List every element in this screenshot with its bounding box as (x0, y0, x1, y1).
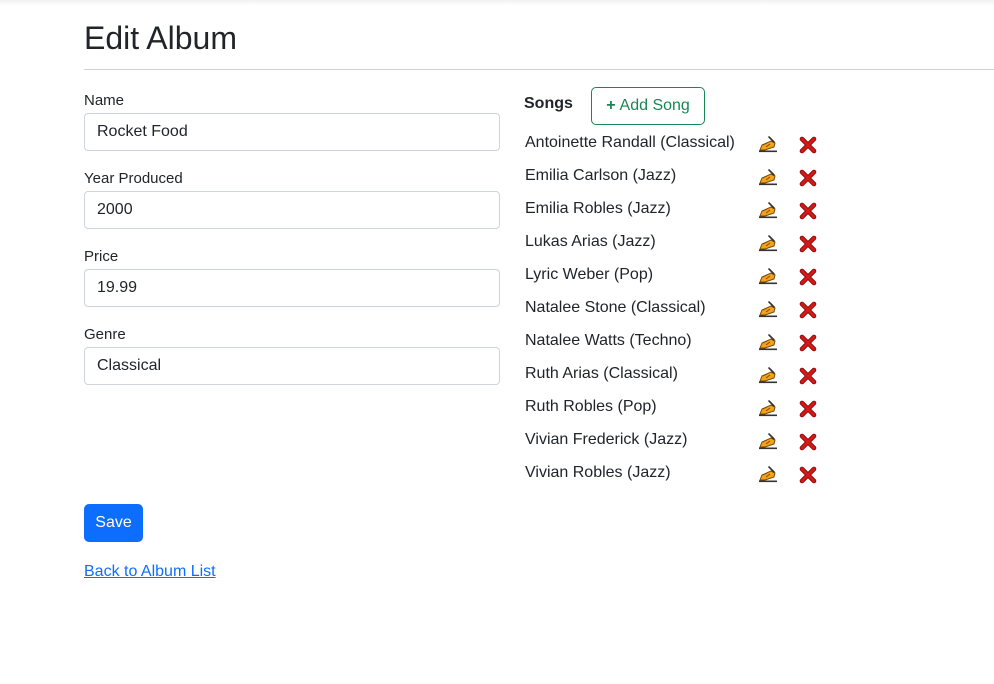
song-name: Emilia Carlson (Jazz) (525, 167, 677, 184)
edit-song-icon[interactable] (758, 298, 778, 318)
song-row: Vivian Robles (Jazz) (525, 456, 845, 489)
song-row: Lukas Arias (Jazz) (525, 225, 845, 258)
edit-song-icon[interactable] (758, 166, 778, 186)
songs-heading: Songs (524, 95, 573, 112)
edit-song-icon[interactable] (758, 331, 778, 351)
plus-icon: + (606, 97, 616, 114)
edit-song-icon[interactable] (758, 199, 778, 219)
song-row: Natalee Stone (Classical) (525, 291, 845, 324)
song-row: Natalee Watts (Techno) (525, 324, 845, 357)
year-input[interactable] (84, 191, 500, 229)
edit-song-icon[interactable] (758, 364, 778, 384)
song-name: Ruth Robles (Pop) (525, 398, 657, 415)
name-group: Name (84, 92, 500, 151)
back-to-album-list-link[interactable]: Back to Album List (84, 562, 216, 582)
genre-group: Genre (84, 326, 500, 385)
song-name: Antoinette Randall (Classical) (525, 134, 735, 151)
edit-song-icon[interactable] (758, 430, 778, 450)
song-name: Vivian Frederick (Jazz) (525, 431, 688, 448)
price-input[interactable] (84, 269, 500, 307)
song-list: Antoinette Randall (Classical) Emilia Ca… (525, 126, 845, 489)
song-name: Ruth Arias (Classical) (525, 365, 678, 382)
title-divider (84, 69, 994, 70)
song-row: Antoinette Randall (Classical) (525, 126, 845, 159)
year-group: Year Produced (84, 170, 500, 229)
genre-input[interactable] (84, 347, 500, 385)
price-label: Price (84, 248, 119, 265)
song-row: Emilia Carlson (Jazz) (525, 159, 845, 192)
delete-song-icon[interactable] (799, 298, 817, 319)
page-title: Edit Album (84, 20, 237, 56)
delete-song-icon[interactable] (799, 331, 817, 352)
song-name: Natalee Stone (Classical) (525, 299, 706, 316)
song-name: Lyric Weber (Pop) (525, 266, 654, 283)
edit-song-icon[interactable] (758, 397, 778, 417)
name-label: Name (84, 92, 125, 109)
song-name: Lukas Arias (Jazz) (525, 233, 656, 250)
year-label: Year Produced (84, 170, 183, 187)
add-song-button[interactable]: + Add Song (591, 87, 705, 125)
add-song-label: Add Song (619, 97, 690, 114)
delete-song-icon[interactable] (799, 166, 817, 187)
delete-song-icon[interactable] (799, 199, 817, 220)
edit-song-icon[interactable] (758, 265, 778, 285)
delete-song-icon[interactable] (799, 397, 817, 418)
song-row: Emilia Robles (Jazz) (525, 192, 845, 225)
song-row: Ruth Robles (Pop) (525, 390, 845, 423)
edit-song-icon[interactable] (758, 133, 778, 153)
save-button[interactable]: Save (84, 504, 143, 542)
delete-song-icon[interactable] (799, 430, 817, 451)
delete-song-icon[interactable] (799, 232, 817, 253)
song-row: Vivian Frederick (Jazz) (525, 423, 845, 456)
edit-song-icon[interactable] (758, 463, 778, 483)
genre-label: Genre (84, 326, 126, 343)
song-name: Natalee Watts (Techno) (525, 332, 692, 349)
delete-song-icon[interactable] (799, 133, 817, 154)
song-name: Emilia Robles (Jazz) (525, 200, 671, 217)
delete-song-icon[interactable] (799, 364, 817, 385)
name-input[interactable] (84, 113, 500, 151)
top-shadow-bar (0, 0, 994, 6)
delete-song-icon[interactable] (799, 463, 817, 484)
delete-song-icon[interactable] (799, 265, 817, 286)
song-row: Ruth Arias (Classical) (525, 357, 845, 390)
song-row: Lyric Weber (Pop) (525, 258, 845, 291)
song-name: Vivian Robles (Jazz) (525, 464, 671, 481)
price-group: Price (84, 248, 500, 307)
edit-song-icon[interactable] (758, 232, 778, 252)
